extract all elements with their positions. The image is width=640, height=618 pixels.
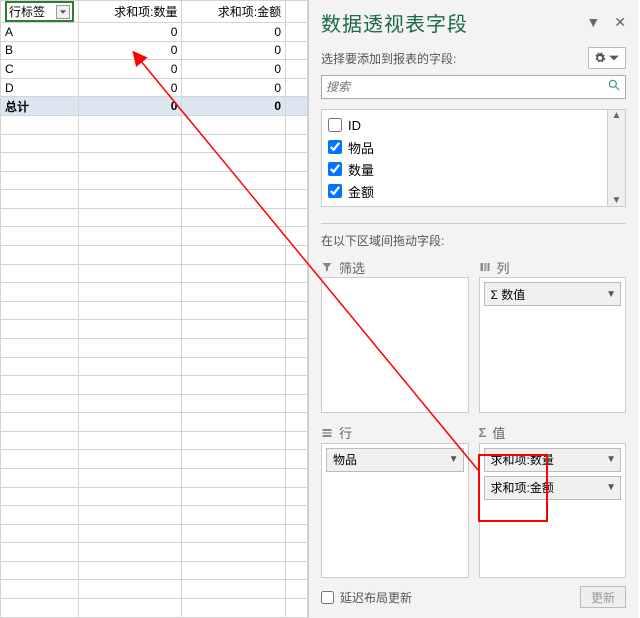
header-sum-amt: 求和项:金额 (182, 1, 286, 23)
table-row[interactable]: D 0 0 (1, 78, 308, 97)
scroll-down-icon: ▼ (612, 195, 622, 206)
gear-icon (594, 52, 606, 64)
chip-sum-amt[interactable]: 求和项:金额▼ (484, 476, 622, 500)
table-row[interactable]: C 0 0 (1, 60, 308, 79)
chip-item[interactable]: 物品▼ (326, 448, 464, 472)
pane-close-icon[interactable]: ✕ (614, 14, 626, 31)
pivot-header-row: 行标签 求和项:数量 求和项:金额 (1, 1, 308, 23)
chip-sigma-values[interactable]: Σ 数值▼ (484, 282, 622, 306)
field-checkbox-item[interactable]: 物品 (328, 136, 601, 158)
zone-filter-body[interactable] (321, 277, 469, 413)
pane-title: 数据透视表字段 (321, 8, 468, 37)
chip-sum-qty[interactable]: 求和项:数量▼ (484, 448, 622, 472)
scroll-up-icon: ▲ (612, 110, 622, 121)
search-icon (607, 78, 621, 97)
zone-rows-body[interactable]: 物品▼ (321, 443, 469, 579)
field-checkbox-id[interactable]: ID (328, 114, 601, 136)
table-row[interactable]: B 0 0 (1, 41, 308, 60)
search-input-wrap[interactable] (321, 75, 626, 99)
pane-subtitle: 选择要添加到报表的字段: (321, 50, 456, 67)
zone-values-body[interactable]: 求和项:数量▼ 求和项:金额▼ (479, 443, 627, 579)
search-input[interactable] (326, 80, 607, 94)
field-list-scrollbar[interactable]: ▲ ▼ (607, 110, 625, 206)
rows-icon (321, 427, 333, 439)
field-list: ID 物品 数量 金额 ▲ ▼ (321, 109, 626, 207)
gear-dropdown-button[interactable] (588, 47, 626, 69)
drag-areas-label: 在以下区域间拖动字段: (309, 230, 638, 257)
field-checkbox-qty[interactable]: 数量 (328, 158, 601, 180)
pivot-table: 行标签 求和项:数量 求和项:金额 A 0 0 B 0 0 C 0 0 D 0 … (0, 0, 308, 618)
header-sum-qty: 求和项:数量 (78, 1, 182, 23)
columns-icon (479, 261, 491, 273)
zone-rows: 行 物品▼ (321, 423, 469, 579)
defer-layout-checkbox[interactable]: 延迟布局更新 (321, 589, 412, 606)
filter-icon (321, 261, 333, 273)
update-button[interactable]: 更新 (580, 586, 626, 608)
pivot-total-row: 总计 0 0 (1, 97, 308, 116)
pivot-field-pane: 数据透视表字段 ▼ ✕ 选择要添加到报表的字段: ID 物品 (308, 0, 638, 618)
row-label-dropdown[interactable] (56, 5, 70, 19)
zone-filter: 筛选 (321, 257, 469, 413)
zone-columns: 列 Σ 数值▼ (479, 257, 627, 413)
zone-values: Σ 值 求和项:数量▼ 求和项:金额▼ (479, 423, 627, 579)
pane-options-dropdown[interactable]: ▼ (586, 14, 600, 31)
chevron-down-icon (608, 52, 620, 64)
field-checkbox-amt[interactable]: 金额 (328, 180, 601, 202)
sigma-icon: Σ (479, 425, 487, 440)
table-row[interactable]: A 0 0 (1, 23, 308, 42)
header-row-label: 行标签 (9, 3, 45, 20)
zone-columns-body[interactable]: Σ 数值▼ (479, 277, 627, 413)
